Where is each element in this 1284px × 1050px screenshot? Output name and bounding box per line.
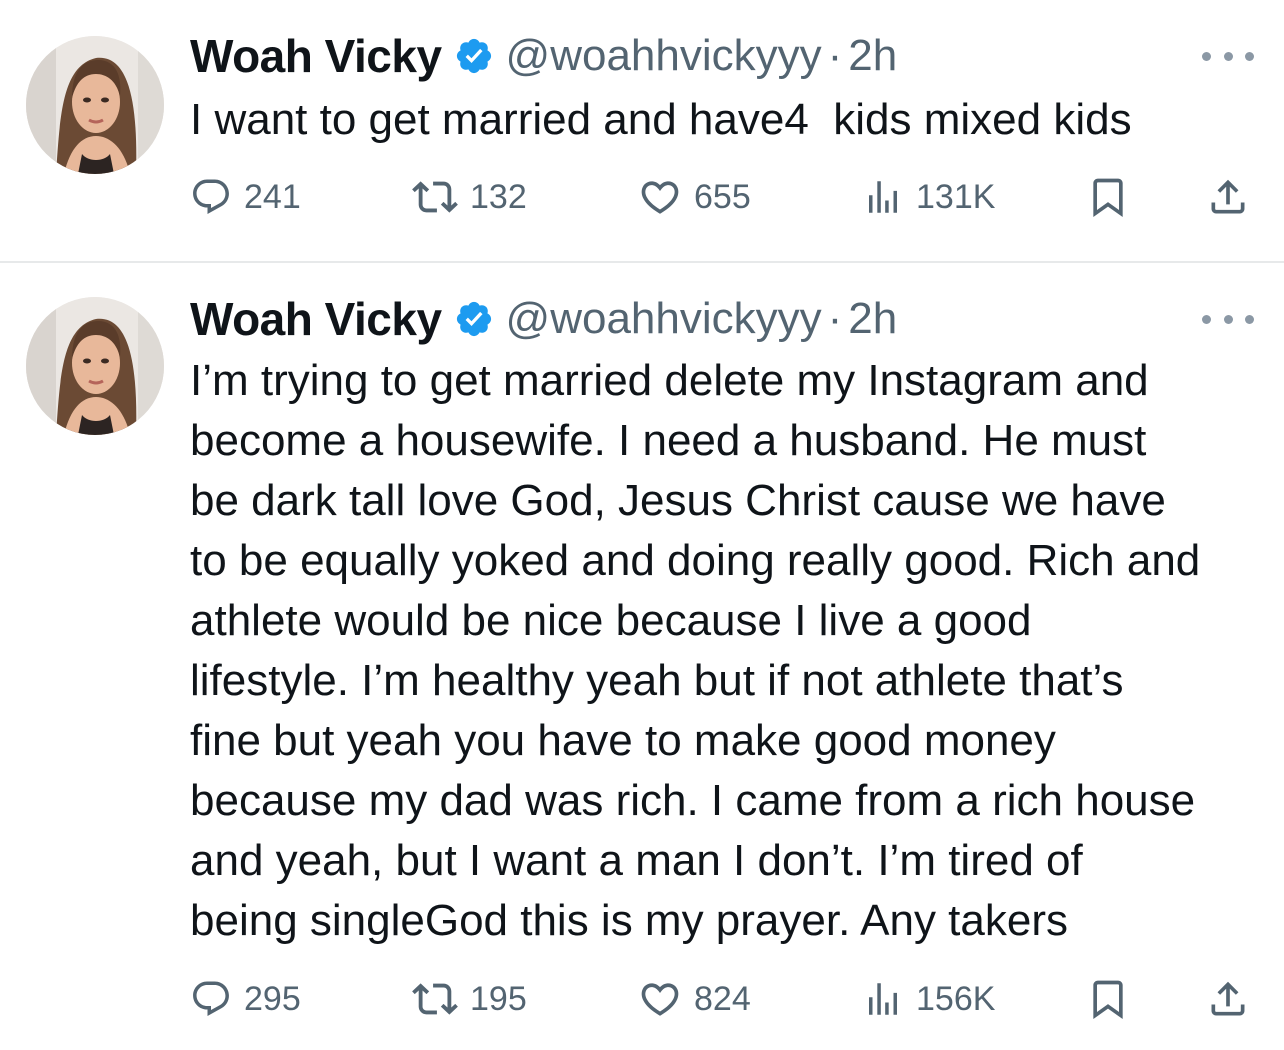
share-button[interactable] [1206, 172, 1262, 222]
heart-icon [638, 977, 694, 1021]
tweet-actions: 241 132 655 131K [190, 172, 1254, 222]
like-count: 655 [694, 177, 751, 216]
retweet-count: 195 [470, 979, 527, 1018]
retweet-count: 132 [470, 177, 527, 216]
user-handle[interactable]: @woahhvickyyy [506, 294, 822, 344]
user-handle[interactable]: @woahhvickyyy [506, 31, 822, 81]
avatar[interactable] [26, 36, 164, 174]
reply-icon [190, 176, 244, 218]
reply-count: 241 [244, 177, 301, 216]
views-button[interactable]: 131K [862, 172, 995, 222]
tweet-text: I’m trying to get married delete my Inst… [190, 356, 1201, 945]
heart-icon [638, 175, 694, 219]
share-icon [1206, 175, 1262, 219]
retweet-icon [412, 976, 470, 1022]
views-button[interactable]: 156K [862, 974, 995, 1024]
avatar[interactable] [26, 297, 164, 435]
reply-count: 295 [244, 979, 301, 1018]
retweet-button[interactable]: 132 [412, 172, 527, 222]
bookmark-icon [1086, 175, 1142, 219]
views-icon [862, 176, 916, 218]
tweet-text: I want to get married and have4 kids mix… [190, 95, 1132, 144]
tweet-header: Woah Vicky @woahhvickyyy · 2h [190, 292, 897, 346]
timestamp[interactable]: 2h [848, 31, 897, 81]
tweet[interactable]: Woah Vicky @woahhvickyyy · 2h I’m trying… [0, 263, 1284, 1050]
retweet-icon [412, 174, 470, 220]
views-count: 131K [916, 177, 996, 216]
separator-dot: · [827, 31, 843, 80]
like-count: 824 [694, 979, 751, 1018]
tweet-header: Woah Vicky @woahhvickyyy · 2h [190, 29, 897, 83]
separator-dot: · [827, 294, 843, 343]
tweet[interactable]: Woah Vicky @woahhvickyyy · 2h I want to … [0, 0, 1284, 262]
retweet-button[interactable]: 195 [412, 974, 527, 1024]
reply-button[interactable]: 295 [190, 974, 301, 1024]
like-button[interactable]: 655 [638, 172, 751, 222]
reply-icon [190, 978, 244, 1020]
like-button[interactable]: 824 [638, 974, 751, 1024]
more-icon[interactable] [1202, 309, 1254, 329]
share-icon [1206, 977, 1262, 1021]
verified-badge-icon [454, 299, 494, 339]
timestamp[interactable]: 2h [848, 294, 897, 344]
bookmark-button[interactable] [1086, 172, 1142, 222]
display-name[interactable]: Woah Vicky [190, 29, 442, 83]
bookmark-icon [1086, 977, 1142, 1021]
views-icon [862, 978, 916, 1020]
tweet-actions: 295 195 824 156K [190, 974, 1254, 1024]
more-icon[interactable] [1202, 46, 1254, 66]
tweet-feed: Woah Vicky @woahhvickyyy · 2h I want to … [0, 0, 1284, 1050]
share-button[interactable] [1206, 974, 1262, 1024]
views-count: 156K [916, 979, 996, 1018]
verified-badge-icon [454, 36, 494, 76]
bookmark-button[interactable] [1086, 974, 1142, 1024]
display-name[interactable]: Woah Vicky [190, 292, 442, 346]
reply-button[interactable]: 241 [190, 172, 301, 222]
